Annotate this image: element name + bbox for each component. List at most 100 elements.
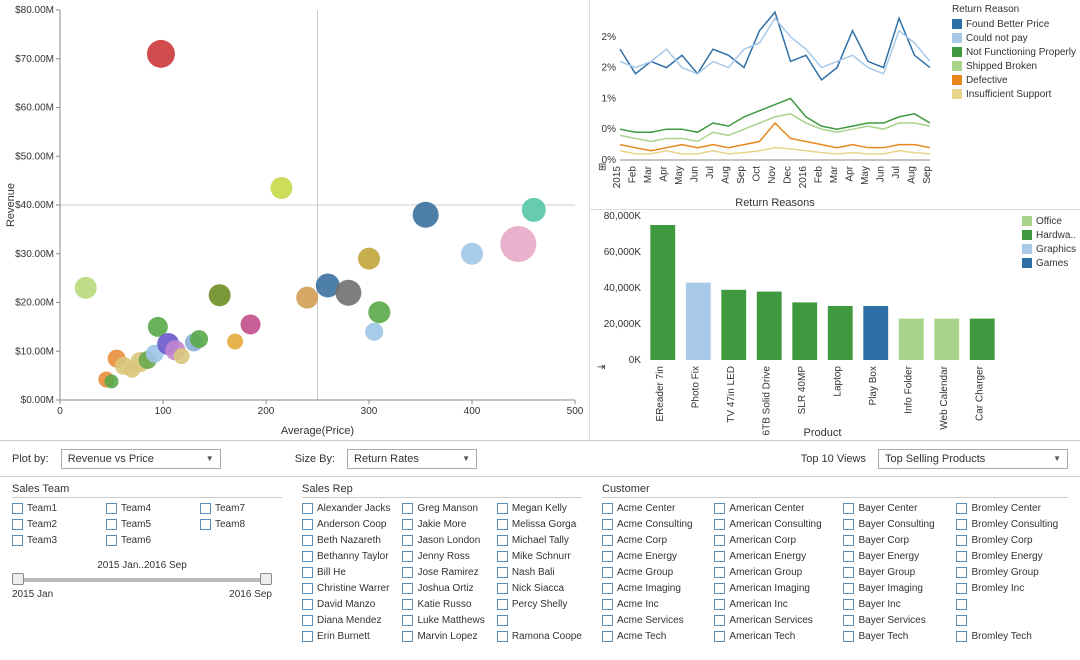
- filter-checkbox[interactable]: American Inc: [714, 596, 831, 612]
- filter-checkbox[interactable]: Jason London: [402, 532, 484, 548]
- legend-item[interactable]: Office: [1022, 214, 1076, 228]
- filter-checkbox[interactable]: Acme Imaging: [602, 580, 702, 596]
- svg-text:20,000K: 20,000K: [604, 319, 642, 330]
- top10-select[interactable]: Top Selling Products: [878, 449, 1068, 469]
- filter-checkbox[interactable]: American Center: [714, 500, 831, 516]
- filter-checkbox[interactable]: Team2: [12, 516, 94, 532]
- svg-text:0%: 0%: [602, 124, 617, 135]
- time-slider[interactable]: 2015 Jan..2016 Sep 2015 Jan 2016 Sep: [12, 560, 272, 600]
- filter-checkbox[interactable]: American Consulting: [714, 516, 831, 532]
- filter-checkbox[interactable]: Marvin Lopez: [402, 628, 484, 644]
- filter-checkbox[interactable]: Bayer Inc: [843, 596, 944, 612]
- filter-checkbox[interactable]: Bayer Tech: [843, 628, 944, 644]
- filter-checkbox[interactable]: Bayer Energy: [843, 548, 944, 564]
- filter-checkbox[interactable]: Bayer Center: [843, 500, 944, 516]
- customer-filter: Customer Acme CenterAcme ConsultingAcme …: [602, 483, 1068, 654]
- filter-checkbox[interactable]: Bayer Group: [843, 564, 944, 580]
- svg-text:May: May: [674, 166, 685, 185]
- filter-checkbox[interactable]: Team3: [12, 532, 94, 548]
- filter-checkbox[interactable]: Jakie More: [402, 516, 484, 532]
- filter-checkbox[interactable]: Acme Corp: [602, 532, 702, 548]
- slider-handle-start[interactable]: [12, 573, 24, 585]
- filter-checkbox[interactable]: Acme Tech: [602, 628, 702, 644]
- filter-checkbox[interactable]: Team6: [106, 532, 188, 548]
- filter-checkbox[interactable]: American Energy: [714, 548, 831, 564]
- legend-item[interactable]: Defective: [952, 73, 1076, 87]
- filter-checkbox[interactable]: Luke Matthews: [402, 612, 484, 628]
- filter-checkbox[interactable]: Acme Energy: [602, 548, 702, 564]
- filter-checkbox[interactable]: Anderson Coop: [302, 516, 390, 532]
- filter-checkbox[interactable]: David Manzo: [302, 596, 390, 612]
- filter-checkbox[interactable]: Katie Russo: [402, 596, 484, 612]
- filter-checkbox[interactable]: Acme Services: [602, 612, 702, 628]
- filter-checkbox[interactable]: Bayer Imaging: [843, 580, 944, 596]
- filter-checkbox[interactable]: Bethanny Taylor: [302, 548, 390, 564]
- svg-text:$40.00M: $40.00M: [15, 200, 54, 211]
- filter-checkbox[interactable]: American Services: [714, 612, 831, 628]
- filter-checkbox[interactable]: Team4: [106, 500, 188, 516]
- filter-checkbox[interactable]: Greg Manson: [402, 500, 484, 516]
- filter-checkbox[interactable]: Melissa Gorga: [497, 516, 582, 532]
- svg-text:Info Folder: Info Folder: [903, 365, 914, 413]
- filter-checkbox[interactable]: Percy Shelly: [497, 596, 582, 612]
- filter-checkbox[interactable]: Bayer Corp: [843, 532, 944, 548]
- legend-item[interactable]: Insufficient Support: [952, 87, 1076, 101]
- svg-text:100: 100: [155, 406, 172, 417]
- filter-checkbox[interactable]: Megan Kelly: [497, 500, 582, 516]
- filter-checkbox[interactable]: Bromley Corp: [956, 532, 1068, 548]
- filter-checkbox[interactable]: Bromley Group: [956, 564, 1068, 580]
- filter-checkbox[interactable]: Joshua Ortiz: [402, 580, 484, 596]
- filter-checkbox[interactable]: Michael Tally: [497, 532, 582, 548]
- filter-checkbox[interactable]: Bill He: [302, 564, 390, 580]
- filter-checkbox[interactable]: Nick Siacca: [497, 580, 582, 596]
- filter-checkbox[interactable]: Team5: [106, 516, 188, 532]
- filter-checkbox[interactable]: Team1: [12, 500, 94, 516]
- svg-text:2016: 2016: [798, 166, 809, 189]
- filter-checkbox[interactable]: Nash Bali: [497, 564, 582, 580]
- slider-handle-end[interactable]: [260, 573, 272, 585]
- svg-text:⊞: ⊞: [598, 162, 606, 173]
- filter-checkbox[interactable]: Christine Warrer: [302, 580, 390, 596]
- filter-checkbox[interactable]: Diana Mendez: [302, 612, 390, 628]
- filter-checkbox[interactable]: Alexander Jacks: [302, 500, 390, 516]
- filter-checkbox[interactable]: Erin Burnett: [302, 628, 390, 644]
- svg-text:2%: 2%: [602, 63, 617, 74]
- filter-checkbox[interactable]: American Group: [714, 564, 831, 580]
- filter-checkbox[interactable]: Acme Consulting: [602, 516, 702, 532]
- filter-checkbox[interactable]: Acme Inc: [602, 596, 702, 612]
- svg-text:Mar: Mar: [643, 165, 654, 183]
- filter-checkbox[interactable]: Bromley Inc: [956, 580, 1068, 596]
- legend-item[interactable]: Could not pay: [952, 31, 1076, 45]
- filter-checkbox[interactable]: Bromley Consulting: [956, 516, 1068, 532]
- filter-checkbox[interactable]: Team8: [200, 516, 282, 532]
- filter-checkbox[interactable]: American Tech: [714, 628, 831, 644]
- filter-checkbox[interactable]: Bromley Tech: [956, 628, 1068, 644]
- svg-text:May: May: [860, 166, 871, 185]
- filter-checkbox[interactable]: Bayer Services: [843, 612, 944, 628]
- filter-checkbox[interactable]: Bayer Consulting: [843, 516, 944, 532]
- filter-checkbox[interactable]: Jose Ramirez: [402, 564, 484, 580]
- legend-item[interactable]: Shipped Broken: [952, 59, 1076, 73]
- filter-checkbox[interactable]: Mike Schnurr: [497, 548, 582, 564]
- legend-item[interactable]: Graphics: [1022, 242, 1076, 256]
- filter-checkbox[interactable]: [956, 612, 1068, 628]
- filter-checkbox[interactable]: Jenny Ross: [402, 548, 484, 564]
- filter-checkbox[interactable]: Acme Center: [602, 500, 702, 516]
- filter-checkbox[interactable]: Acme Group: [602, 564, 702, 580]
- filter-title: Customer: [602, 483, 1068, 498]
- legend-item[interactable]: Hardwa..: [1022, 228, 1076, 242]
- plot-by-select[interactable]: Revenue vs Price: [61, 449, 221, 469]
- filter-checkbox[interactable]: American Corp: [714, 532, 831, 548]
- filter-checkbox[interactable]: [497, 612, 582, 628]
- filter-checkbox[interactable]: American Imaging: [714, 580, 831, 596]
- legend-item[interactable]: Games: [1022, 256, 1076, 270]
- filter-checkbox[interactable]: Bromley Center: [956, 500, 1068, 516]
- filter-checkbox[interactable]: Ramona Coope: [497, 628, 582, 644]
- legend-item[interactable]: Found Better Price: [952, 17, 1076, 31]
- size-by-select[interactable]: Return Rates: [347, 449, 477, 469]
- legend-item[interactable]: Not Functioning Properly: [952, 45, 1076, 59]
- filter-checkbox[interactable]: Bromley Energy: [956, 548, 1068, 564]
- filter-checkbox[interactable]: Team7: [200, 500, 282, 516]
- filter-checkbox[interactable]: [956, 596, 1068, 612]
- filter-checkbox[interactable]: Beth Nazareth: [302, 532, 390, 548]
